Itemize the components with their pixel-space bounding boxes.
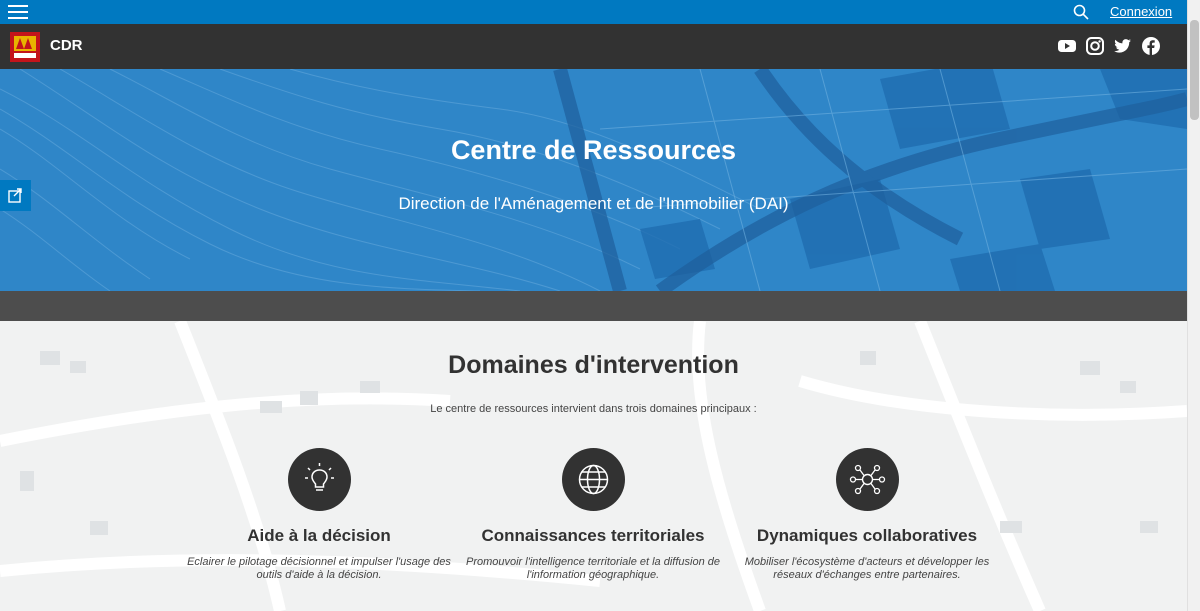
domains-title: Domaines d'intervention xyxy=(448,351,739,379)
section-divider xyxy=(0,291,1187,321)
site-header: CDR xyxy=(0,24,1187,69)
card-title: Connaissances territoriales xyxy=(481,526,705,545)
youtube-icon[interactable] xyxy=(1058,37,1076,55)
domains-intro: Le centre de ressources intervient dans … xyxy=(430,403,757,415)
card-title: Aide à la décision xyxy=(247,526,391,545)
scrollbar-thumb[interactable] xyxy=(1190,20,1199,120)
region-logo[interactable] xyxy=(10,32,40,62)
top-bar: Connexion xyxy=(0,0,1187,24)
share-icon[interactable] xyxy=(0,180,31,211)
login-link[interactable]: Connexion xyxy=(1110,4,1172,19)
lightbulb-icon xyxy=(287,448,351,511)
card-description: Mobiliser l'écosystème d'acteurs et déve… xyxy=(744,556,990,581)
hamburger-icon[interactable] xyxy=(8,3,28,21)
card-connaissances-territoriales: Connaissances territoriales Promouvoir l… xyxy=(458,448,728,582)
hero-banner: Centre de Ressources Direction de l'Amén… xyxy=(0,69,1187,291)
hero-title: Centre de Ressources xyxy=(450,135,737,165)
card-title: Dynamiques collaboratives xyxy=(756,526,978,545)
network-icon xyxy=(835,448,899,511)
hero-background-map xyxy=(0,69,1187,291)
card-description: Eclairer le pilotage décisionnel et impu… xyxy=(187,556,451,581)
search-icon[interactable] xyxy=(1072,3,1090,21)
card-aide-decision: Aide à la décision Eclairer le pilotage … xyxy=(184,448,454,582)
card-description: Promouvoir l'intelligence territoriale e… xyxy=(465,556,720,581)
card-dynamiques-collaboratives: Dynamiques collaboratives Mobiliser l'éc… xyxy=(732,448,1002,582)
facebook-icon[interactable] xyxy=(1142,37,1160,55)
globe-icon xyxy=(561,448,625,511)
page-scrollbar[interactable] xyxy=(1187,0,1200,611)
hero-subtitle: Direction de l'Aménagement et de l'Immob… xyxy=(398,194,789,213)
twitter-icon[interactable] xyxy=(1114,37,1132,55)
instagram-icon[interactable] xyxy=(1086,37,1104,55)
site-title[interactable]: CDR xyxy=(50,37,83,54)
domains-section: Domaines d'intervention Le centre de res… xyxy=(0,321,1187,611)
